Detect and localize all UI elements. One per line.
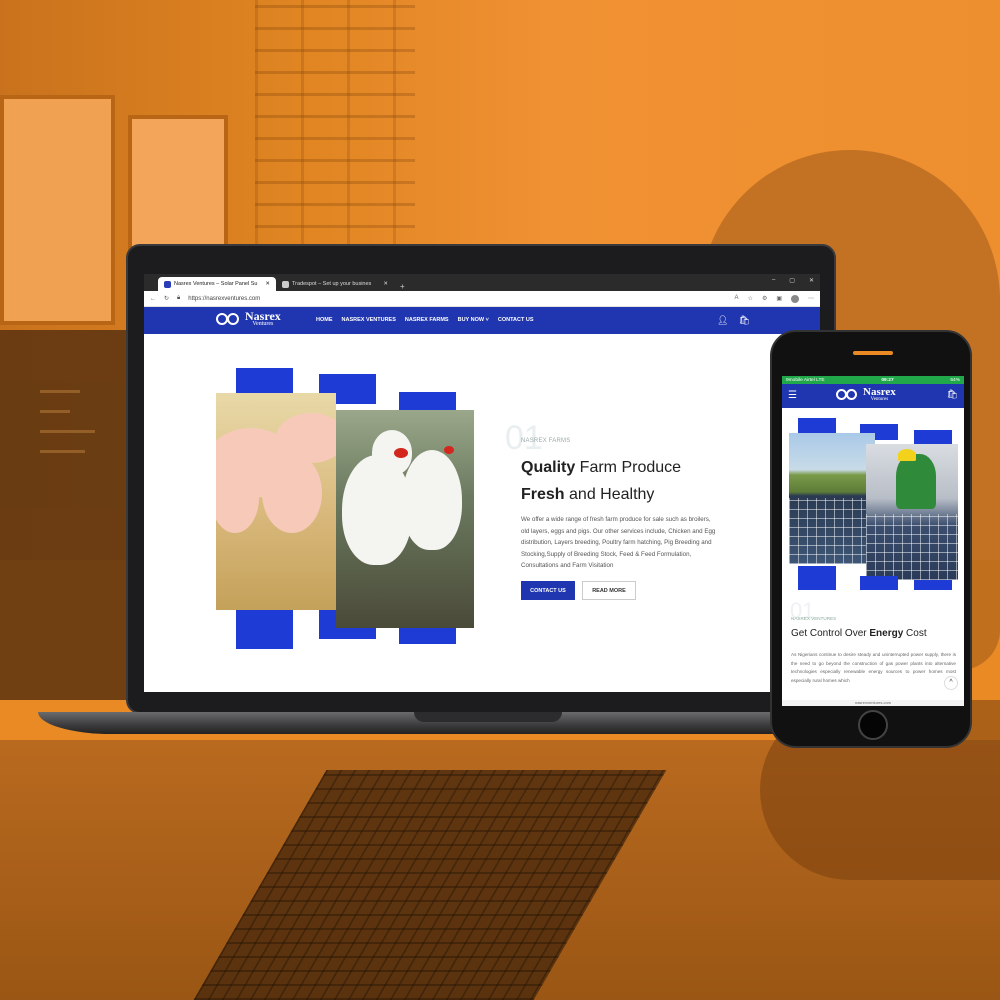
site-logo[interactable]: Nasrex Ventures <box>216 309 281 327</box>
solar-worker-image <box>866 444 958 580</box>
comb-shape <box>394 448 408 458</box>
title-text: Get Control Over <box>791 628 870 639</box>
extensions-icon[interactable]: ⚙ <box>762 295 767 303</box>
browser-tabbar: Nasrex Ventures – Solar Panel Su ✕ Trade… <box>144 274 820 291</box>
refresh-icon[interactable]: ↻ <box>164 295 169 302</box>
laptop-screen: Nasrex Ventures – Solar Panel Su ✕ Trade… <box>144 274 820 692</box>
title-text: and Healthy <box>564 486 655 503</box>
title-bold: Fresh <box>521 486 565 503</box>
decor-block <box>798 418 836 434</box>
helmet-shape <box>898 449 916 461</box>
decor-block <box>798 566 836 590</box>
brick-wall <box>255 0 415 250</box>
maximize-button[interactable]: ▢ <box>789 277 795 284</box>
cart-icon[interactable]: 🛍︎ <box>947 389 958 400</box>
phone-frame: 9mobile Airtel LTE 09:27 64% ☰ Nasrex Ve… <box>770 330 972 748</box>
close-icon[interactable]: ✕ <box>383 281 388 287</box>
site-navbar: Nasrex Ventures HOME NASREX VENTURES NAS… <box>144 307 820 334</box>
favicon-icon <box>164 280 171 288</box>
decor-block <box>860 576 898 590</box>
section-kicker: NASREX FARMS <box>521 438 571 444</box>
tab-title: Tradespot – Set up your busines <box>292 281 372 287</box>
logo-name: Nasrex <box>245 309 281 323</box>
pig-shape <box>216 463 259 533</box>
hen-shape <box>402 450 462 550</box>
phone-screen: 9mobile Airtel LTE 09:27 64% ☰ Nasrex Ve… <box>782 376 964 706</box>
menu-item-nasrex-farms[interactable]: NASREX FARMS <box>405 317 449 323</box>
hero-section: 01 NASREX FARMS Quality Farm Produce Fre… <box>144 334 820 692</box>
phone-home-button[interactable] <box>858 710 888 740</box>
monitor-line <box>40 450 85 453</box>
phone-url-footer: nasrexventures.com <box>782 700 964 706</box>
browser-tab-active[interactable]: Nasrex Ventures – Solar Panel Su ✕ <box>158 277 276 291</box>
nav-icons: 👤︎ 🛍︎ <box>717 315 750 326</box>
lock-icon: 🔒︎ <box>177 295 181 301</box>
logo-mark-icon <box>216 311 242 327</box>
browser-toolbar: A ☆ ⚙ ▣ ⋯ <box>735 294 814 303</box>
url-field[interactable]: https://nasrexventures.com <box>188 296 726 302</box>
hero-paragraph: We offer a wide range of fresh farm prod… <box>521 516 716 569</box>
pigs-image <box>216 393 336 610</box>
monitor-line <box>40 430 95 433</box>
new-tab-button[interactable]: + <box>394 282 411 291</box>
monitor-line <box>40 390 80 393</box>
chickens-image <box>336 410 474 628</box>
comb-shape <box>444 446 454 454</box>
laptop-frame: Nasrex Ventures – Solar Panel Su ✕ Trade… <box>126 244 836 714</box>
phone-status-bar: 9mobile Airtel LTE 09:27 64% <box>782 376 964 384</box>
worker-shape <box>896 454 936 509</box>
more-icon[interactable]: ⋯ <box>808 295 814 303</box>
battery-label: 64% <box>950 377 960 383</box>
laptop-notch <box>414 712 562 722</box>
title-bold: Energy <box>869 628 904 639</box>
read-more-button[interactable]: READ MORE <box>582 581 636 600</box>
title-text: Farm Produce <box>575 459 682 476</box>
title-bold: Quality <box>521 459 576 476</box>
favicon-icon <box>282 280 289 288</box>
contact-us-button[interactable]: CONTACT US <box>521 581 575 600</box>
menu-item-buy-now[interactable]: BUY NOW ˅ <box>458 317 489 323</box>
phone-navbar: ☰ Nasrex Ventures 🛍︎ <box>782 384 964 408</box>
favorite-icon[interactable]: ☆ <box>748 295 753 303</box>
phone-title: Get Control Over Energy Cost <box>791 628 927 639</box>
title-text: Cost <box>903 628 927 639</box>
background-window <box>0 95 115 325</box>
browser-tab[interactable]: Tradespot – Set up your busines ✕ <box>276 277 394 291</box>
logo-name: Nasrex <box>863 386 896 398</box>
back-icon[interactable]: ← <box>150 296 156 302</box>
solar-field-image <box>789 433 875 564</box>
phone-logo[interactable]: Nasrex Ventures <box>836 386 896 402</box>
tab-title: Nasrex Ventures – Solar Panel Su <box>174 281 258 287</box>
decor-block <box>236 609 293 649</box>
decor-block <box>914 580 952 590</box>
pig-shape <box>262 453 322 533</box>
hamburger-menu-icon[interactable]: ☰ <box>788 390 797 401</box>
close-window-button[interactable]: ✕ <box>809 277 814 284</box>
window-controls: – ▢ ✕ <box>772 277 814 284</box>
collections-icon[interactable]: ▣ <box>776 295 782 303</box>
minimize-button[interactable]: – <box>772 277 775 284</box>
close-icon[interactable]: ✕ <box>265 281 270 287</box>
main-menu: HOME NASREX VENTURES NASREX FARMS BUY NO… <box>316 317 534 323</box>
profile-avatar[interactable] <box>791 294 799 303</box>
menu-item-nasrex-ventures[interactable]: NASREX VENTURES <box>342 317 396 323</box>
cart-icon[interactable]: 🛍︎ <box>739 315 750 326</box>
background-monitor <box>0 330 130 700</box>
carrier-label: 9mobile Airtel LTE <box>786 377 825 383</box>
hero-title: Quality Farm Produce Fresh and Healthy <box>521 454 681 508</box>
read-aloud-icon[interactable]: A <box>735 295 739 303</box>
phone-paragraph: As Nigerians continue to desire steady a… <box>791 652 956 684</box>
address-bar: ← ↻ 🔒︎ https://nasrexventures.com A ☆ ⚙ … <box>144 291 820 307</box>
user-icon[interactable]: 👤︎ <box>717 315 728 326</box>
logo-mark-icon <box>836 388 860 402</box>
phone-speaker <box>853 351 893 355</box>
menu-item-contact-us[interactable]: CONTACT US <box>498 317 534 323</box>
section-kicker: NASREX VENTURES <box>791 616 837 621</box>
scroll-to-top-button[interactable]: ^ <box>944 676 958 690</box>
status-time: 09:27 <box>881 377 894 383</box>
monitor-line <box>40 410 70 413</box>
menu-item-home[interactable]: HOME <box>316 317 333 323</box>
